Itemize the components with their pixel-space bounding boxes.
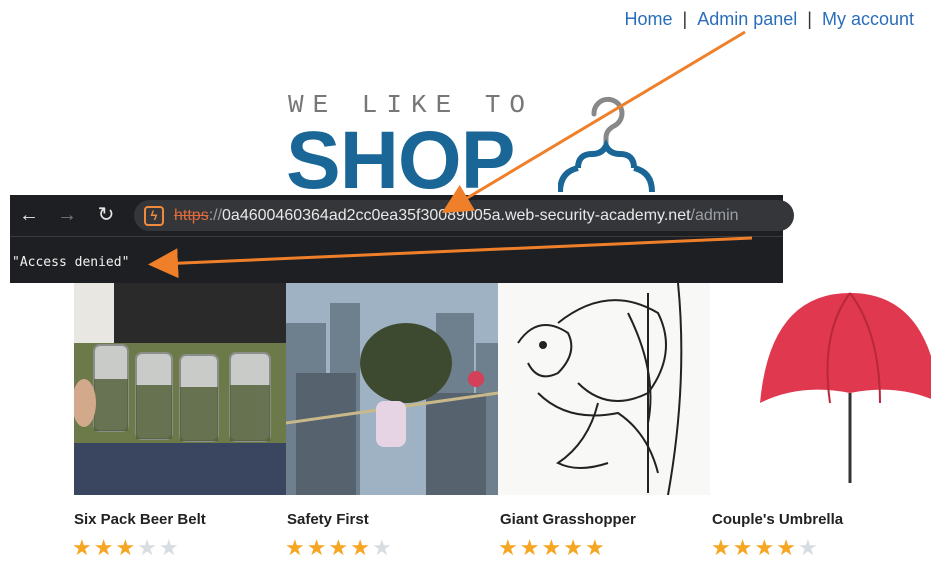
home-link[interactable]: Home [624, 9, 672, 29]
star-empty-icon: ★ [158, 535, 181, 560]
product-rating: ★★★★★ [498, 535, 607, 561]
admin-panel-link[interactable]: Admin panel [697, 9, 797, 29]
url-text[interactable]: https://0a4600460364ad2cc0ea35f30089005a… [174, 207, 739, 225]
nav-separator: | [807, 9, 812, 29]
url-host: 0a4600460364ad2cc0ea35f30089005a.web-sec… [222, 207, 691, 224]
forward-arrow-icon[interactable]: → [56, 204, 78, 226]
star-empty-icon: ★ [137, 535, 159, 560]
product-title[interactable]: Couple's Umbrella [712, 511, 843, 528]
url-separator: :// [208, 207, 223, 224]
product-rating: ★★★★★ [711, 535, 820, 561]
star-filled-icon: ★ [519, 535, 542, 560]
toolbar-divider [10, 236, 783, 237]
lightning-icon[interactable]: ϟ [144, 206, 164, 226]
my-account-link[interactable]: My account [822, 9, 914, 29]
star-filled-icon: ★ [93, 535, 116, 560]
star-empty-icon: ★ [371, 535, 394, 560]
product-image-couples-umbrella[interactable] [710, 283, 931, 495]
star-filled-icon: ★ [306, 535, 329, 560]
top-nav: Home | Admin panel | My account [624, 9, 914, 30]
product-image-giant-grasshopper[interactable] [498, 283, 710, 495]
star-filled-icon: ★ [563, 535, 585, 560]
star-filled-icon: ★ [584, 535, 607, 560]
hanger-icon [558, 96, 655, 193]
response-body: "Access denied" [12, 255, 130, 270]
url-path: /admin [690, 207, 739, 224]
reload-icon[interactable]: ↻ [95, 204, 117, 226]
product-title[interactable]: Six Pack Beer Belt [74, 511, 206, 528]
star-filled-icon: ★ [754, 535, 777, 560]
logo-word: SHOP [286, 115, 515, 206]
product-rating: ★★★★★ [285, 535, 394, 561]
star-empty-icon: ★ [797, 535, 820, 560]
product-image-safety-first[interactable] [286, 283, 498, 495]
product-title[interactable]: Giant Grasshopper [500, 511, 636, 528]
star-filled-icon: ★ [711, 535, 733, 560]
star-filled-icon: ★ [541, 535, 564, 560]
star-filled-icon: ★ [285, 535, 307, 560]
url-scheme: https [174, 207, 209, 224]
back-arrow-icon[interactable]: ← [18, 204, 40, 226]
nav-separator: | [682, 9, 688, 29]
product-title[interactable]: Safety First [287, 511, 369, 528]
star-filled-icon: ★ [328, 535, 351, 560]
star-filled-icon: ★ [72, 535, 94, 560]
star-filled-icon: ★ [498, 535, 520, 560]
shop-logo[interactable]: WE LIKE TO SHOP [286, 88, 708, 206]
star-filled-icon: ★ [350, 535, 372, 560]
product-rating: ★★★★★ [72, 535, 181, 561]
star-filled-icon: ★ [115, 535, 138, 560]
browser-overlay: ← → ↻ ϟ https://0a4600460364ad2cc0ea35f3… [10, 195, 794, 283]
star-filled-icon: ★ [776, 535, 798, 560]
address-bar[interactable]: ϟ https://0a4600460364ad2cc0ea35f3008900… [134, 200, 794, 231]
product-image-strip [74, 283, 931, 495]
product-image-beer-belt[interactable] [74, 283, 286, 495]
star-filled-icon: ★ [732, 535, 755, 560]
